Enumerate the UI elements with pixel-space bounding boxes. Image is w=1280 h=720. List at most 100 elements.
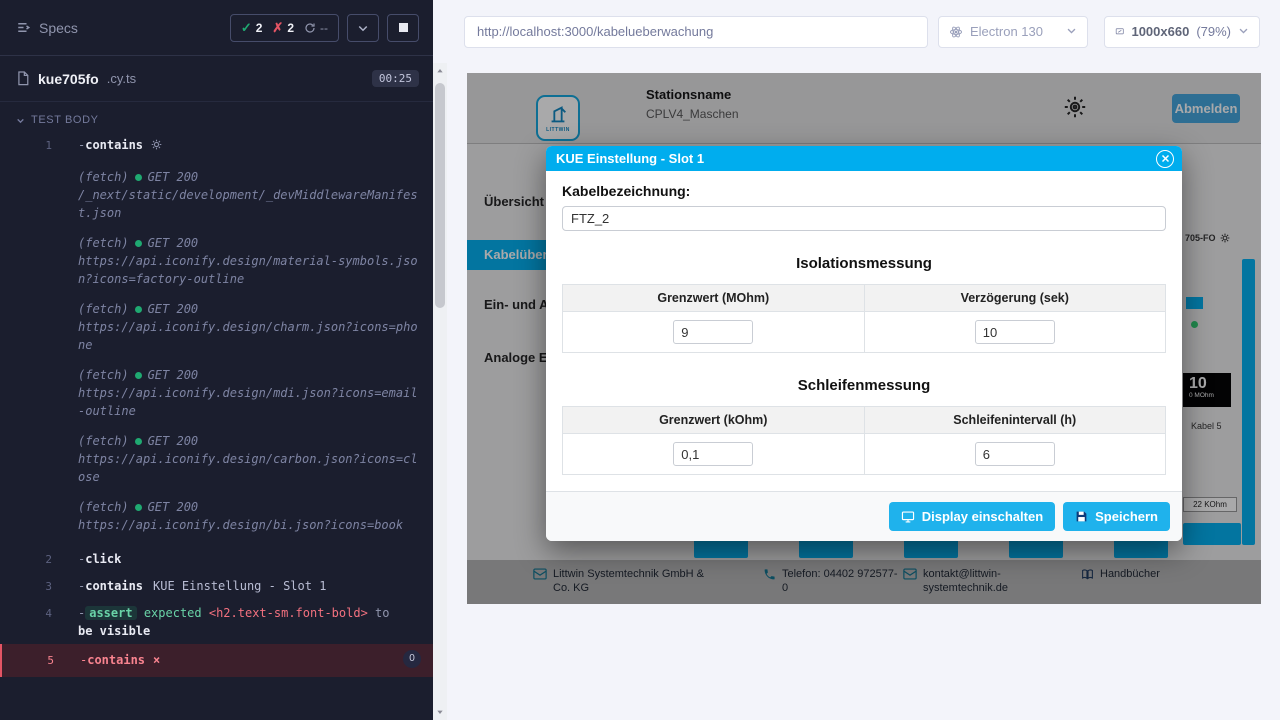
scrollbar-thumb[interactable] <box>435 83 445 308</box>
spec-file-icon <box>16 71 30 86</box>
cable-name-label: Kabelbezeichnung: <box>562 183 1166 199</box>
spec-header[interactable]: kue705fo .cy.ts 00:25 <box>0 56 433 102</box>
specs-menu[interactable]: Specs <box>16 20 78 36</box>
fetch-url: https://api.iconify.design/carbon.json?i… <box>78 450 419 486</box>
save-button[interactable]: Speichern <box>1063 502 1170 531</box>
stat-failed[interactable]: ✗2 <box>272 20 294 36</box>
command-row-click[interactable]: 2 -click <box>0 546 433 573</box>
fetch-url: /_next/static/development/_devMiddleware… <box>78 186 419 222</box>
page-scrollbar[interactable] <box>433 63 447 720</box>
loop-interval-input[interactable] <box>975 442 1055 466</box>
insulation-limit-input[interactable] <box>673 320 753 344</box>
fail-x-icon: × <box>153 653 160 667</box>
command-argument: KUE Einstellung - Slot 1 <box>153 579 326 593</box>
network-log-entry[interactable]: (fetch)GET 200 https://api.iconify.desig… <box>0 234 433 288</box>
loop-limit-input[interactable] <box>673 442 753 466</box>
test-stats: ✓2 ✗2 -- <box>230 14 339 42</box>
cable-name-input[interactable] <box>562 206 1166 231</box>
loop-limit-header: Grenzwert (kOhm) <box>563 407 865 434</box>
collapse-reporter-button[interactable] <box>347 14 379 42</box>
status-ok-dot <box>135 174 142 181</box>
network-log-entry[interactable]: (fetch) GET 200 https://api.iconify.desig… <box>0 432 433 486</box>
spec-name: kue705fo <box>38 71 99 87</box>
command-name: contains <box>85 579 143 593</box>
loop-section-title: Schleifenmessung <box>562 377 1166 394</box>
reporter-topbar: Specs ✓2 ✗2 -- <box>0 0 433 56</box>
fetch-tag: (fetch) <box>78 366 129 384</box>
refresh-icon <box>304 22 316 34</box>
command-row-failed[interactable]: 5 -contains× 0 <box>0 644 433 677</box>
insulation-section-title: Isolationsmessung <box>562 255 1166 272</box>
fetch-tag: (fetch) <box>78 300 129 318</box>
test-body-toggle[interactable]: TEST BODY <box>0 102 433 132</box>
status-ok-dot <box>135 504 142 511</box>
assert-selector: <h2.text-sm.font-bold> <box>209 606 368 620</box>
scroll-up-arrow-icon[interactable] <box>433 63 447 79</box>
viewport-select[interactable]: 1000x660 (79%) <box>1104 16 1260 48</box>
aut-viewport: LITTWIN Stationsname CPLV4_Maschen Abmel… <box>433 63 1280 720</box>
assert-condition: be visible <box>78 624 150 638</box>
stop-icon <box>399 23 408 32</box>
viewport-size: 1000x660 <box>1131 24 1189 39</box>
kue-settings-modal: KUE Einstellung - Slot 1 Kabelbezeichnun… <box>546 146 1182 541</box>
command-number: 4 <box>0 604 52 623</box>
modal-title: KUE Einstellung - Slot 1 <box>556 151 704 166</box>
stat-pending[interactable]: -- <box>304 21 328 35</box>
fetch-status: GET 200 <box>148 432 199 450</box>
fetch-status: GET 200 <box>148 168 199 186</box>
viewport-zoom: (79%) <box>1196 24 1231 39</box>
fetch-status: GET 200 <box>148 234 199 252</box>
command-number: 1 <box>0 136 52 155</box>
network-log-entry[interactable]: (fetch) GET 200 https://api.iconify.desig… <box>0 300 433 354</box>
command-name: contains <box>85 138 143 152</box>
spec-timer: 00:25 <box>372 70 419 87</box>
electron-icon <box>949 25 963 39</box>
network-log-entry[interactable]: (fetch) GET 200 /_next/static/development… <box>0 168 433 222</box>
modal-header: KUE Einstellung - Slot 1 <box>546 146 1182 171</box>
specs-label: Specs <box>39 20 78 36</box>
insulation-table: Grenzwert (MOhm) Verzögerung (sek) <box>562 284 1166 353</box>
aut-pane: Electron 130 1000x660 (79%) LITTWIN Stat… <box>433 0 1280 720</box>
fetch-status: GET 200 <box>148 300 199 318</box>
chevron-down-icon <box>16 116 25 125</box>
insulation-delay-input[interactable] <box>975 320 1055 344</box>
network-log-entry[interactable]: (fetch)GET 200 https://api.iconify.desig… <box>0 498 433 534</box>
command-number: 2 <box>0 550 52 569</box>
aut-control-bar: Electron 130 1000x660 (79%) <box>433 0 1280 63</box>
fetch-url: https://api.iconify.design/mdi.json?icon… <box>78 384 419 420</box>
command-row-contains[interactable]: 1 -contains <box>0 132 433 159</box>
command-number: 5 <box>2 651 54 670</box>
fetch-status: GET 200 <box>148 366 199 384</box>
command-row-assert[interactable]: 4 -assert expected <h2.text-sm.font-bold… <box>0 600 433 644</box>
specs-list-icon <box>16 20 31 35</box>
cypress-reporter: Specs ✓2 ✗2 -- kue705fo.cy.ts 00:25 <box>0 0 433 720</box>
monitor-icon <box>901 510 915 524</box>
assert-expected: expected <box>144 606 202 620</box>
fetch-tag: (fetch) <box>78 168 129 186</box>
network-log-entry[interactable]: (fetch) GET 200 https://api.iconify.desig… <box>0 366 433 420</box>
cross-icon: ✗ <box>272 20 283 36</box>
viewport-icon <box>1115 24 1124 39</box>
retry-count-badge: 0 <box>403 650 421 668</box>
display-on-button[interactable]: Display einschalten <box>889 502 1055 531</box>
insulation-delay-header: Verzögerung (sek) <box>864 285 1166 312</box>
status-ok-dot <box>135 306 142 313</box>
browser-select[interactable]: Electron 130 <box>938 16 1088 48</box>
command-name: click <box>85 552 121 566</box>
command-name: contains <box>87 653 145 667</box>
save-floppy-icon <box>1075 510 1088 523</box>
fetch-tag: (fetch) <box>78 432 129 450</box>
stop-tests-button[interactable] <box>387 14 419 42</box>
modal-footer: Display einschalten Speichern <box>546 491 1182 541</box>
url-input[interactable] <box>464 16 928 48</box>
spec-ext: .cy.ts <box>107 71 136 86</box>
stat-passed[interactable]: ✓2 <box>241 20 263 36</box>
fetch-url: https://api.iconify.design/charm.json?ic… <box>78 318 419 354</box>
command-log: 1 -contains (fetch) GET 200 /_next/static… <box>0 132 433 677</box>
chevron-down-icon <box>357 22 369 34</box>
command-row-contains[interactable]: 3 -containsKUE Einstellung - Slot 1 <box>0 573 433 600</box>
close-icon[interactable] <box>1156 150 1174 168</box>
loop-interval-header: Schleifenintervall (h) <box>864 407 1166 434</box>
command-number: 3 <box>0 577 52 596</box>
scroll-down-arrow-icon[interactable] <box>433 704 447 720</box>
